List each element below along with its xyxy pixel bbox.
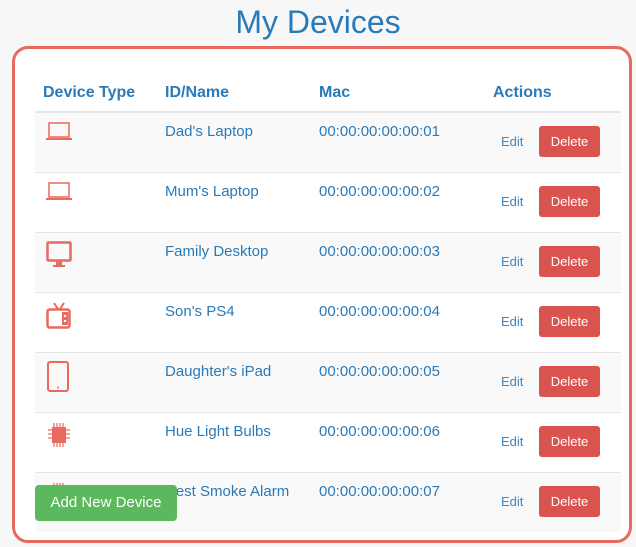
- device-mac-cell: 00:00:00:00:00:04: [311, 292, 485, 353]
- actions-cell: Edit Delete: [485, 232, 621, 293]
- device-name: Dad's Laptop: [165, 123, 253, 140]
- devices-table: Device Type ID/Name Mac Actions Dad's La…: [35, 75, 621, 532]
- delete-button[interactable]: Delete: [539, 486, 600, 517]
- actions-cell: Edit Delete: [485, 472, 621, 532]
- actions-cell: Edit Delete: [485, 111, 621, 173]
- table-row: Son's PS4 00:00:00:00:00:04 Edit Delete: [35, 292, 621, 353]
- page-title: My Devices: [235, 4, 401, 40]
- device-name-cell: Nest Smoke Alarm: [157, 472, 311, 532]
- tablet-icon: [46, 361, 72, 397]
- delete-button[interactable]: Delete: [539, 306, 600, 337]
- header-mac: Mac: [311, 75, 485, 113]
- table-row: Hue Light Bulbs 00:00:00:00:00:06 Edit De…: [35, 412, 621, 473]
- devices-panel: Device Type ID/Name Mac Actions Dad's La…: [12, 46, 632, 543]
- tv-icon: [46, 301, 72, 335]
- device-mac-cell: 00:00:00:00:00:07: [311, 472, 485, 532]
- delete-button[interactable]: Delete: [539, 246, 600, 277]
- device-type-cell: [35, 352, 157, 413]
- device-mac-cell: 00:00:00:00:00:05: [311, 352, 485, 413]
- actions-cell: Edit Delete: [485, 352, 621, 413]
- device-name: Mum's Laptop: [165, 183, 259, 200]
- device-name-cell: Dad's Laptop: [157, 111, 311, 173]
- header-actions: Actions: [485, 75, 621, 113]
- actions-cell: Edit Delete: [485, 292, 621, 353]
- laptop-icon: [46, 121, 72, 147]
- table-header-row: Device Type ID/Name Mac Actions: [35, 75, 621, 113]
- edit-link[interactable]: Edit: [501, 374, 529, 389]
- device-name-cell: Family Desktop: [157, 232, 311, 293]
- delete-button[interactable]: Delete: [539, 186, 600, 217]
- edit-link[interactable]: Edit: [501, 134, 529, 149]
- device-type-cell: [35, 172, 157, 233]
- laptop-icon: [46, 181, 72, 207]
- device-name: Hue Light Bulbs: [165, 423, 271, 440]
- device-mac: 00:00:00:00:00:05: [319, 363, 440, 380]
- device-mac: 00:00:00:00:00:02: [319, 183, 440, 200]
- device-name-cell: Hue Light Bulbs: [157, 412, 311, 473]
- desktop-icon: [46, 241, 72, 275]
- header-device-type: Device Type: [35, 75, 157, 113]
- actions-cell: Edit Delete: [485, 412, 621, 473]
- edit-link[interactable]: Edit: [501, 314, 529, 329]
- device-name: Son's PS4: [165, 303, 235, 320]
- device-mac-cell: 00:00:00:00:00:02: [311, 172, 485, 233]
- device-type-cell: [35, 232, 157, 293]
- page: My Devices Device Type ID/Name Mac Actio…: [0, 0, 636, 547]
- delete-button[interactable]: Delete: [539, 126, 600, 157]
- delete-button[interactable]: Delete: [539, 366, 600, 397]
- device-mac: 00:00:00:00:00:06: [319, 423, 440, 440]
- device-mac: 00:00:00:00:00:04: [319, 303, 440, 320]
- table-row: Dad's Laptop 00:00:00:00:00:01 Edit Delet…: [35, 111, 621, 173]
- table-row: Mum's Laptop 00:00:00:00:00:02 Edit Delet…: [35, 172, 621, 233]
- actions-cell: Edit Delete: [485, 172, 621, 233]
- device-name: Daughter's iPad: [165, 363, 272, 380]
- device-mac-cell: 00:00:00:00:00:06: [311, 412, 485, 473]
- device-type-cell: [35, 111, 157, 173]
- table-row: Family Desktop 00:00:00:00:00:03 Edit Del…: [35, 232, 621, 293]
- edit-link[interactable]: Edit: [501, 254, 529, 269]
- header-id-name: ID/Name: [157, 75, 311, 113]
- device-mac: 00:00:00:00:00:03: [319, 243, 440, 260]
- table-row: Daughter's iPad 00:00:00:00:00:05 Edit De…: [35, 352, 621, 413]
- edit-link[interactable]: Edit: [501, 494, 529, 509]
- edit-link[interactable]: Edit: [501, 194, 529, 209]
- device-type-cell: [35, 292, 157, 353]
- delete-button[interactable]: Delete: [539, 426, 600, 457]
- edit-link[interactable]: Edit: [501, 434, 529, 449]
- device-name-cell: Daughter's iPad: [157, 352, 311, 413]
- chip-icon: [46, 421, 72, 455]
- device-name: Nest Smoke Alarm: [165, 483, 290, 500]
- add-new-device-button[interactable]: Add New Device: [35, 485, 177, 521]
- device-name: Family Desktop: [165, 243, 269, 260]
- device-mac-cell: 00:00:00:00:00:01: [311, 111, 485, 173]
- device-name-cell: Mum's Laptop: [157, 172, 311, 233]
- device-mac: 00:00:00:00:00:07: [319, 483, 440, 500]
- device-mac-cell: 00:00:00:00:00:03: [311, 232, 485, 293]
- device-mac: 00:00:00:00:00:01: [319, 123, 440, 140]
- device-type-cell: [35, 412, 157, 473]
- device-name-cell: Son's PS4: [157, 292, 311, 353]
